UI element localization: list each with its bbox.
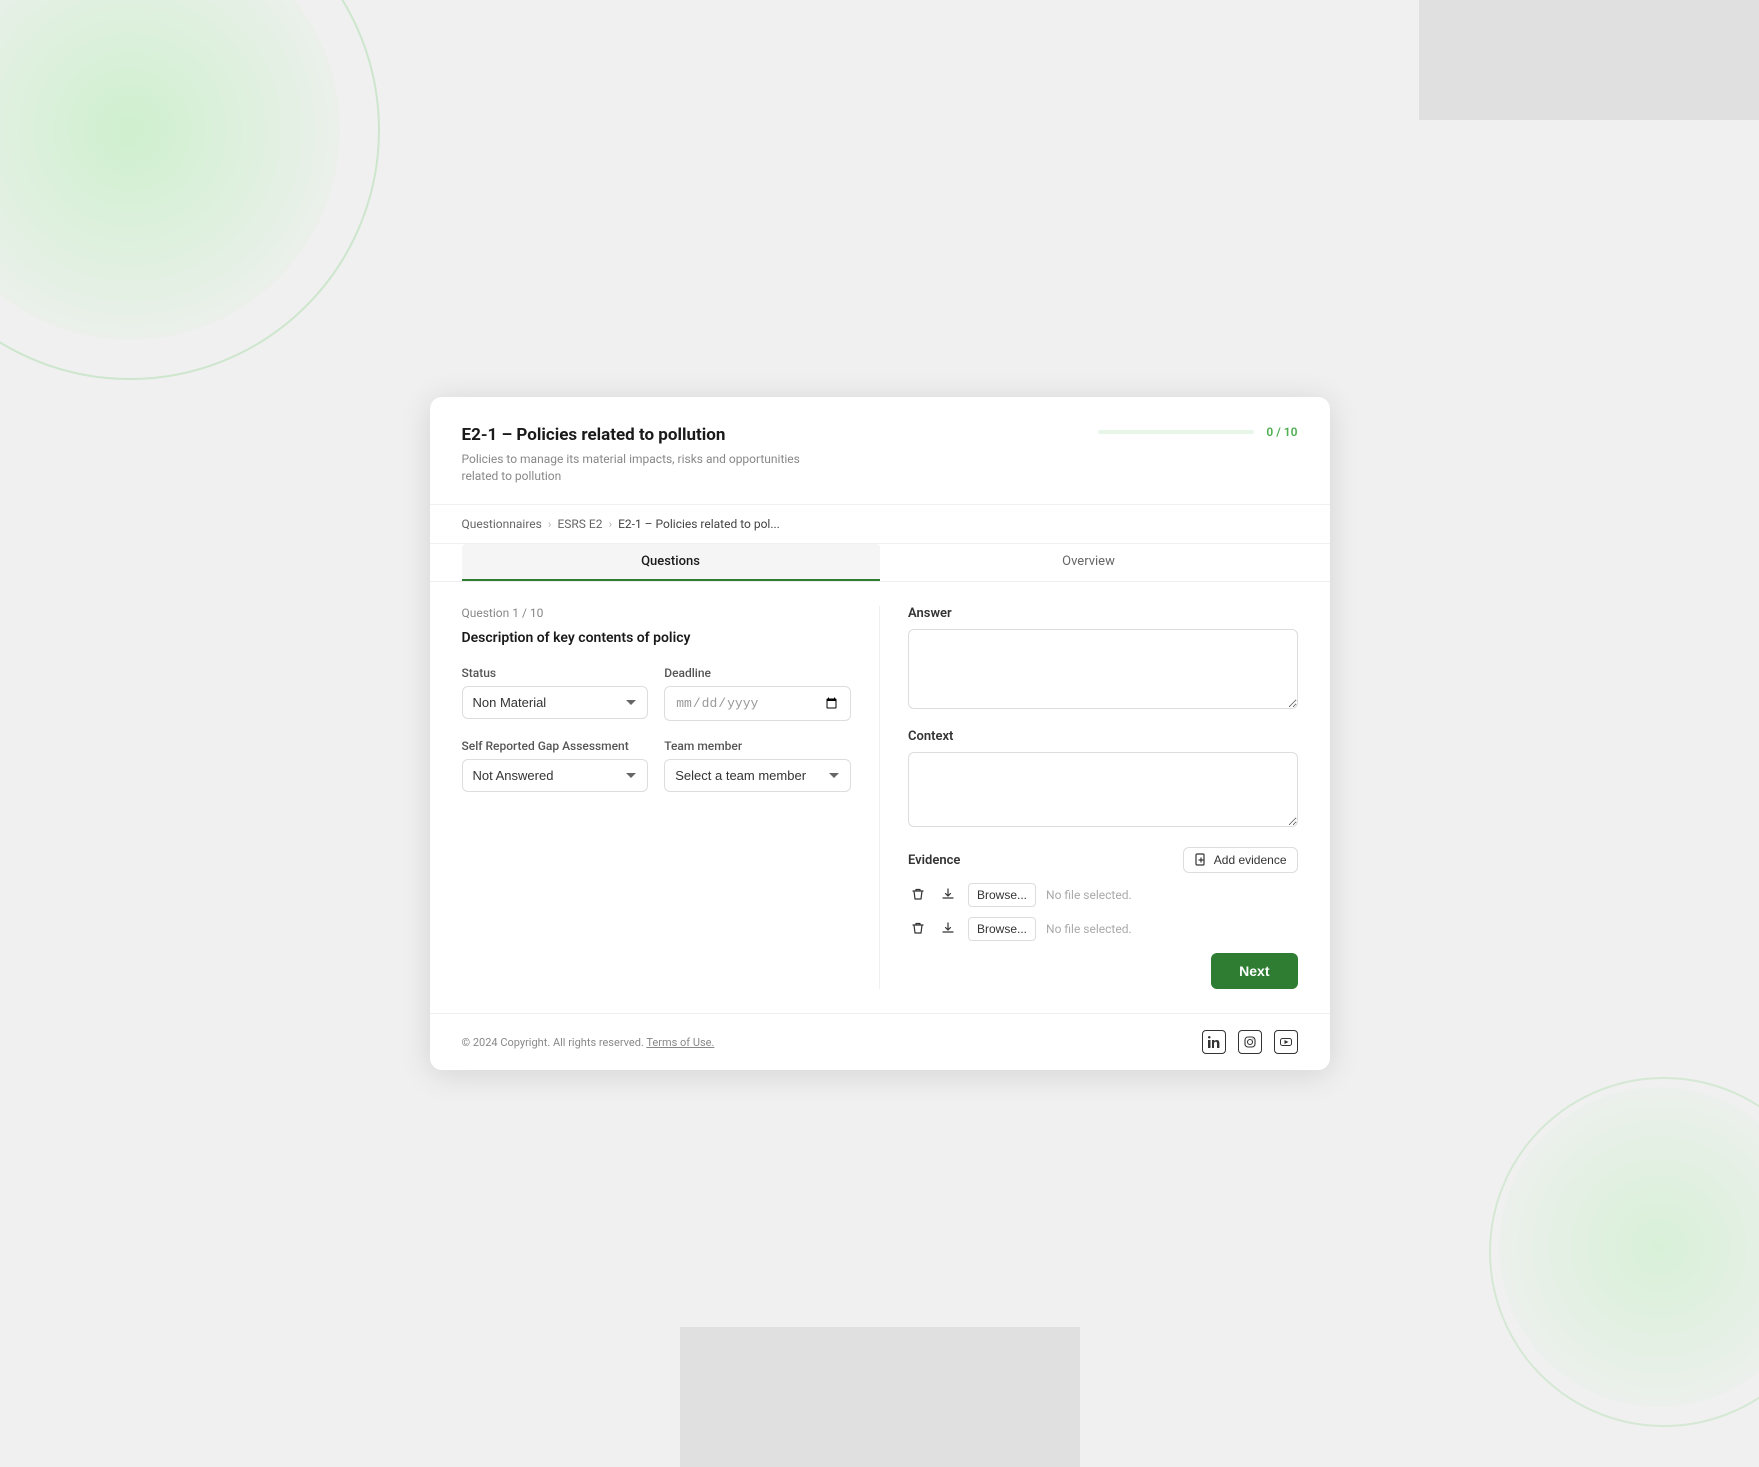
right-panel: Answer Context Evidence Add evidence — [880, 606, 1298, 989]
download-evidence-1-button[interactable] — [938, 884, 958, 907]
left-panel: Question 1 / 10 Description of key conte… — [462, 606, 881, 989]
content-area: Question 1 / 10 Description of key conte… — [430, 582, 1330, 1013]
instagram-icon[interactable] — [1238, 1030, 1262, 1054]
team-label: Team member — [664, 739, 851, 753]
evidence-header: Evidence Add evidence — [908, 847, 1298, 873]
evidence-row-2: Browse... No file selected. — [908, 917, 1298, 941]
question-description: Description of key contents of policy — [462, 630, 852, 646]
no-file-1-text: No file selected. — [1046, 888, 1132, 902]
tab-questions[interactable]: Questions — [462, 544, 880, 581]
gap-select[interactable]: Not Answered Yes No — [462, 759, 649, 792]
form-group-status: Status Non Material Material Not Answere… — [462, 666, 649, 721]
tab-bar: Questions Overview — [430, 544, 1330, 582]
breadcrumb-current: E2-1 – Policies related to pol... — [618, 517, 780, 531]
answer-textarea[interactable] — [908, 629, 1298, 709]
deadline-input[interactable] — [664, 686, 851, 721]
evidence-row-1: Browse... No file selected. — [908, 883, 1298, 907]
trash-icon-2 — [911, 921, 925, 935]
copyright-text: © 2024 Copyright. All rights reserved. — [462, 1036, 644, 1049]
gap-label: Self Reported Gap Assessment — [462, 739, 649, 753]
header-right: 0 / 10 — [1098, 425, 1298, 439]
deadline-label: Deadline — [664, 666, 851, 680]
browse-2-button[interactable]: Browse... — [968, 917, 1036, 941]
form-group-gap: Self Reported Gap Assessment Not Answere… — [462, 739, 649, 792]
progress-text: 0 / 10 — [1266, 425, 1297, 439]
question-label: Question 1 / 10 — [462, 606, 852, 620]
download-icon-2 — [941, 921, 955, 935]
next-button[interactable]: Next — [1211, 953, 1297, 989]
progress-bar-container — [1098, 430, 1255, 434]
download-icon — [941, 887, 955, 901]
context-textarea[interactable] — [908, 752, 1298, 827]
action-row: Next — [908, 953, 1298, 989]
breadcrumb-questionnaires[interactable]: Questionnaires — [462, 517, 542, 531]
status-label: Status — [462, 666, 649, 680]
header-left: E2-1 – Policies related to pollution Pol… — [462, 425, 822, 485]
delete-evidence-2-button[interactable] — [908, 918, 928, 941]
form-group-deadline: Deadline — [664, 666, 851, 721]
main-card: E2-1 – Policies related to pollution Pol… — [430, 397, 1330, 1071]
card-header: E2-1 – Policies related to pollution Pol… — [430, 397, 1330, 506]
add-evidence-label: Add evidence — [1214, 853, 1287, 867]
trash-icon — [911, 887, 925, 901]
footer-copyright: © 2024 Copyright. All rights reserved. T… — [462, 1036, 715, 1049]
download-evidence-2-button[interactable] — [938, 918, 958, 941]
page-title: E2-1 – Policies related to pollution — [462, 425, 822, 445]
file-add-icon — [1194, 853, 1208, 867]
linkedin-icon[interactable] — [1202, 1030, 1226, 1054]
card-footer: © 2024 Copyright. All rights reserved. T… — [430, 1013, 1330, 1070]
breadcrumb-sep-1: › — [548, 517, 552, 531]
add-evidence-button[interactable]: Add evidence — [1183, 847, 1298, 873]
browse-1-button[interactable]: Browse... — [968, 883, 1036, 907]
breadcrumb-esrs-e2[interactable]: ESRS E2 — [557, 517, 602, 531]
team-select[interactable]: Select a team member — [664, 759, 851, 792]
status-select[interactable]: Non Material Material Not Answered — [462, 686, 649, 719]
answer-label: Answer — [908, 606, 1298, 621]
tab-overview[interactable]: Overview — [880, 544, 1298, 581]
delete-evidence-1-button[interactable] — [908, 884, 928, 907]
terms-link[interactable]: Terms of Use. — [646, 1036, 714, 1049]
page-subtitle: Policies to manage its material impacts,… — [462, 451, 822, 485]
form-group-team: Team member Select a team member — [664, 739, 851, 792]
breadcrumb: Questionnaires › ESRS E2 › E2-1 – Polici… — [430, 505, 1330, 544]
context-label: Context — [908, 729, 1298, 744]
form-row-gap-team: Self Reported Gap Assessment Not Answere… — [462, 739, 852, 792]
evidence-label: Evidence — [908, 853, 960, 868]
form-row-status-deadline: Status Non Material Material Not Answere… — [462, 666, 852, 721]
footer-social — [1202, 1030, 1298, 1054]
youtube-icon[interactable] — [1274, 1030, 1298, 1054]
breadcrumb-sep-2: › — [608, 517, 612, 531]
no-file-2-text: No file selected. — [1046, 922, 1132, 936]
